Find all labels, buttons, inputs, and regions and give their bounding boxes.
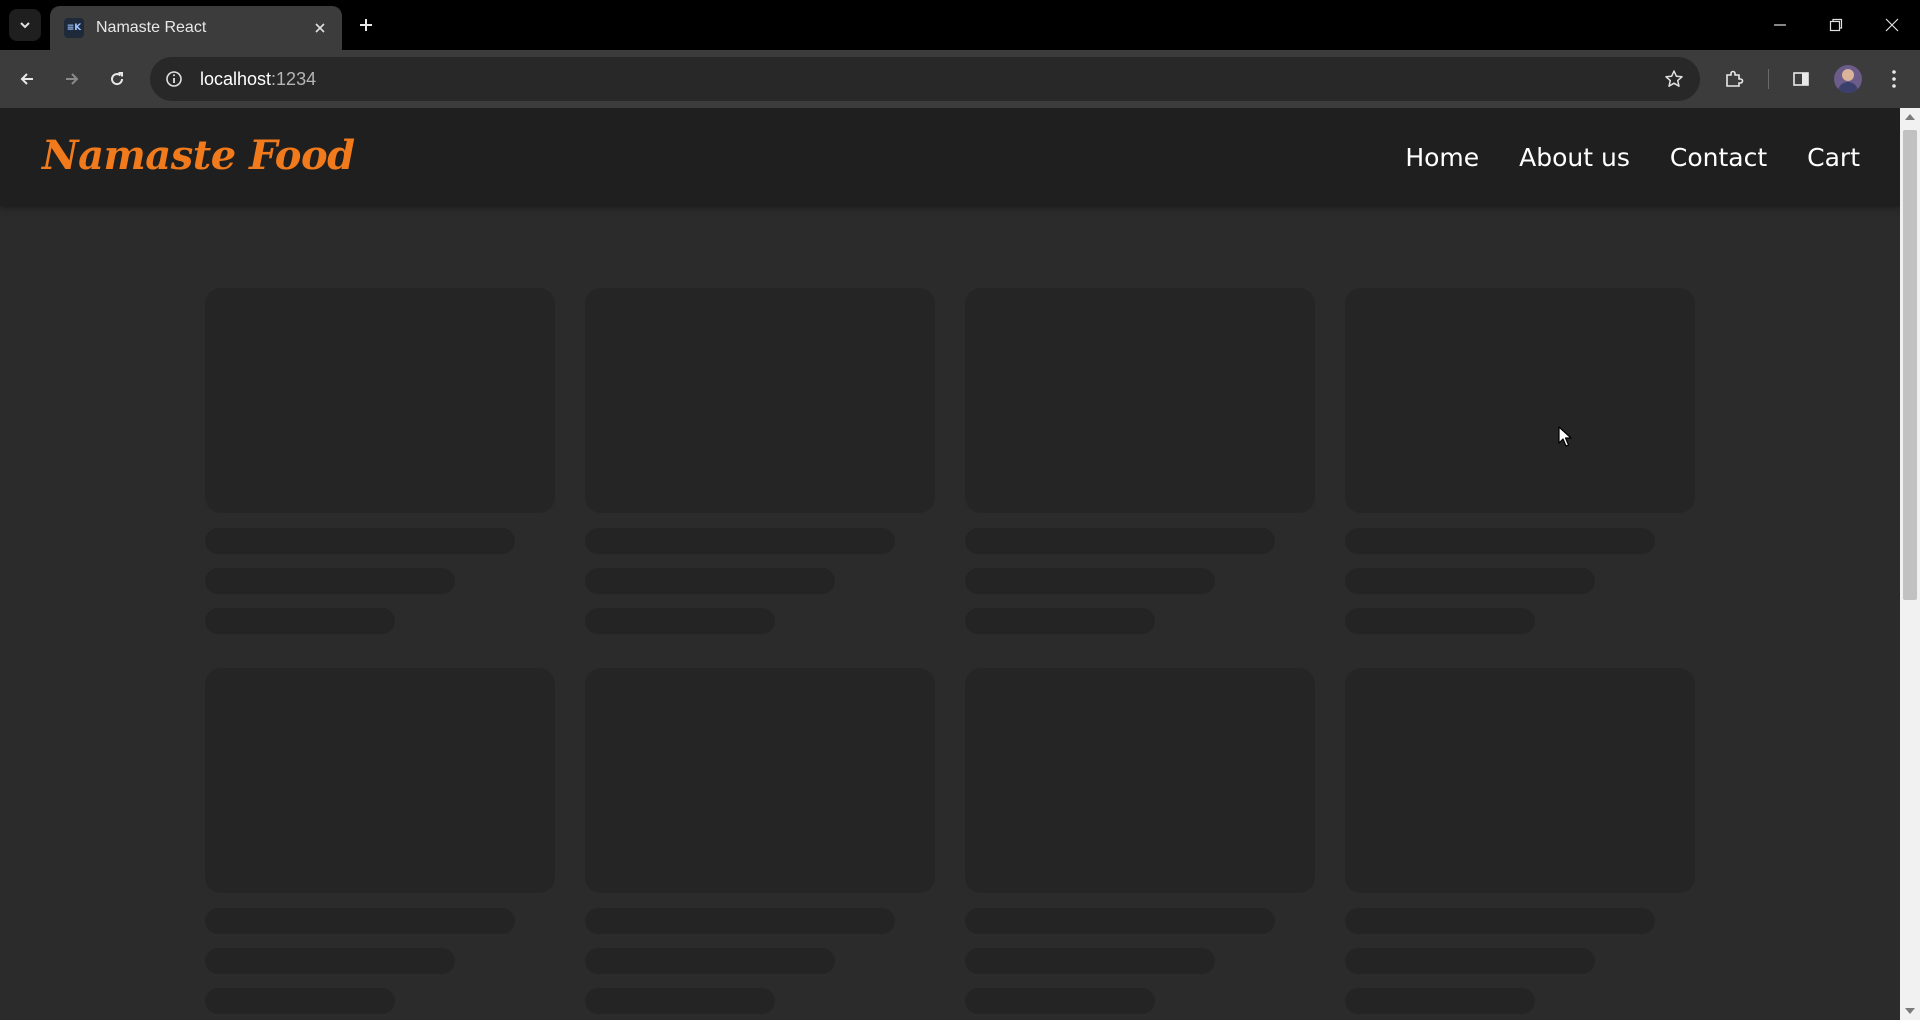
shimmer-image-placeholder [585,288,935,513]
close-window-button[interactable] [1864,0,1920,50]
shimmer-subtitle-placeholder [1345,948,1595,974]
chevron-down-icon [20,22,30,29]
shimmer-meta-placeholder [1345,608,1535,634]
shimmer-title-placeholder [585,908,895,934]
shimmer-image-placeholder [1345,668,1695,893]
shimmer-subtitle-placeholder [585,568,835,594]
restore-button[interactable] [1808,0,1864,50]
side-panel-button[interactable] [1783,61,1819,97]
browser-tabstrip: ≡K Namaste React [0,0,1920,50]
forward-button[interactable] [54,61,90,97]
shimmer-subtitle-placeholder [205,568,455,594]
shimmer-meta-placeholder [965,608,1155,634]
shimmer-subtitle-placeholder [965,568,1215,594]
shimmer-subtitle-placeholder [585,948,835,974]
url-port: :1234 [271,68,317,89]
close-icon [1885,18,1899,32]
puzzle-icon [1726,70,1744,87]
mouse-cursor-icon [1558,426,1572,447]
shimmer-title-placeholder [205,908,515,934]
star-icon [1665,70,1683,87]
page-scrollbar[interactable] [1900,108,1920,1020]
site-header: Namaste Food Home About us Contact Cart [0,108,1900,206]
shimmer-card [585,668,935,1018]
shimmer-title-placeholder [585,528,895,554]
shimmer-card [965,288,1315,638]
site-info-button[interactable] [162,67,186,91]
browser-tab-active[interactable]: ≡K Namaste React [50,6,342,50]
shimmer-subtitle-placeholder [205,948,455,974]
browser-menu-button[interactable] [1876,61,1912,97]
address-bar[interactable]: localhost:1234 [150,57,1700,101]
shimmer-title-placeholder [1345,528,1655,554]
side-panel-icon [1793,72,1809,86]
nav-about-us[interactable]: About us [1519,143,1630,172]
shimmer-image-placeholder [965,668,1315,893]
shimmer-subtitle-placeholder [1345,568,1595,594]
shimmer-card [205,288,555,638]
shimmer-meta-placeholder [205,988,395,1014]
tab-list-button[interactable] [9,9,41,41]
shimmer-title-placeholder [1345,908,1655,934]
shimmer-card [1345,668,1695,1018]
back-button[interactable] [9,61,45,97]
shimmer-meta-placeholder [1345,988,1535,1014]
tab-close-button[interactable] [308,16,332,40]
kebab-menu-icon [1892,70,1896,88]
scroll-up-arrow-icon[interactable] [1905,114,1915,120]
reload-icon [111,72,124,86]
url-host: localhost [200,68,272,89]
shimmer-card [965,668,1315,1018]
address-url: localhost:1234 [200,69,316,90]
shimmer-image-placeholder [1345,288,1695,513]
shimmer-meta-placeholder [585,608,775,634]
tab-title: Namaste React [96,19,207,36]
main-nav: Home About us Contact Cart [1405,108,1860,206]
extensions-button[interactable] [1716,61,1752,97]
arrow-right-icon [66,73,79,85]
shimmer-meta-placeholder [965,988,1155,1014]
site-logo[interactable]: Namaste Food [42,132,355,179]
scroll-down-arrow-icon[interactable] [1905,1008,1915,1014]
new-tab-button[interactable] [350,9,382,41]
arrow-left-icon [20,73,33,85]
shimmer-meta-placeholder [205,608,395,634]
restore-icon [1829,18,1843,32]
browser-toolbar: localhost:1234 [0,50,1920,108]
nav-home[interactable]: Home [1405,143,1479,172]
shimmer-card [205,668,555,1018]
shimmer-title-placeholder [965,528,1275,554]
shimmer-meta-placeholder [585,988,775,1014]
shimmer-card [585,288,935,638]
minimize-button[interactable] [1752,0,1808,50]
plus-icon [360,19,372,31]
page-viewport: Namaste Food Home About us Contact Cart [0,108,1920,1020]
shimmer-title-placeholder [205,528,515,554]
minimize-icon [1774,24,1786,26]
shimmer-grid [205,288,1695,1018]
shimmer-card [1345,288,1695,638]
nav-contact[interactable]: Contact [1670,143,1767,172]
shimmer-image-placeholder [965,288,1315,513]
tab-favicon: ≡K [64,18,84,38]
profile-avatar[interactable] [1834,65,1862,93]
toolbar-divider [1768,69,1769,89]
shimmer-title-placeholder [965,908,1275,934]
shimmer-image-placeholder [205,668,555,893]
close-icon [315,23,325,33]
nav-cart[interactable]: Cart [1807,143,1860,172]
shimmer-image-placeholder [205,288,555,513]
info-icon [166,71,182,87]
scrollbar-thumb[interactable] [1903,130,1917,600]
shimmer-image-placeholder [585,668,935,893]
shimmer-subtitle-placeholder [965,948,1215,974]
reload-button[interactable] [99,61,135,97]
bookmark-button[interactable] [1662,67,1686,91]
